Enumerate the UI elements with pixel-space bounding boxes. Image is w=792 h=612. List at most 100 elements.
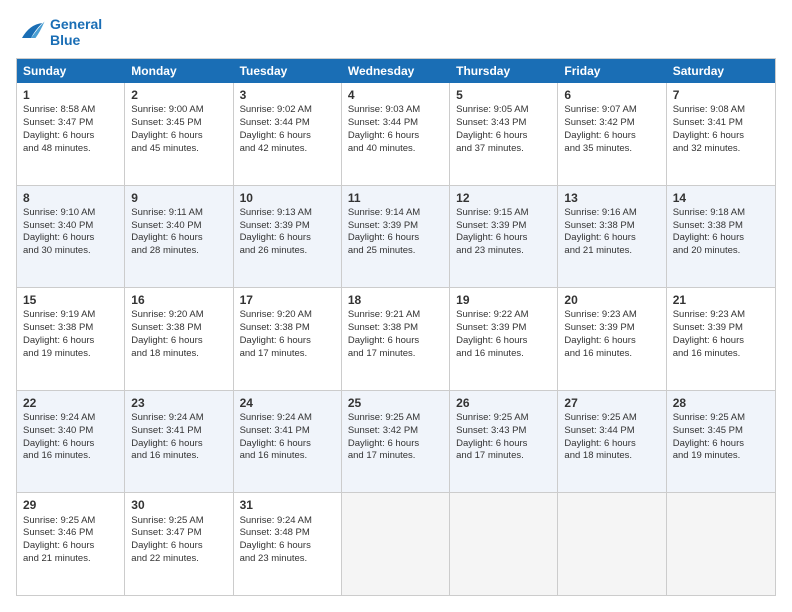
day-number: 21 bbox=[673, 292, 769, 308]
day-info-line: Sunrise: 9:03 AM bbox=[348, 104, 443, 117]
day-info-line: Sunrise: 9:25 AM bbox=[564, 412, 659, 425]
day-info-line: and 32 minutes. bbox=[673, 143, 769, 156]
day-info-line: and 35 minutes. bbox=[564, 143, 659, 156]
header-day-wednesday: Wednesday bbox=[342, 59, 450, 83]
header-day-sunday: Sunday bbox=[17, 59, 125, 83]
day-info-line: and 17 minutes. bbox=[240, 348, 335, 361]
day-number: 9 bbox=[131, 190, 226, 206]
day-info-line: Sunrise: 9:21 AM bbox=[348, 309, 443, 322]
day-info-line: Sunset: 3:40 PM bbox=[23, 425, 118, 438]
day-info-line: Sunset: 3:41 PM bbox=[673, 117, 769, 130]
day-info-line: Sunrise: 9:10 AM bbox=[23, 207, 118, 220]
day-info-line: Sunrise: 9:02 AM bbox=[240, 104, 335, 117]
day-number: 13 bbox=[564, 190, 659, 206]
day-info-line: Daylight: 6 hours bbox=[23, 335, 118, 348]
day-info-line: Daylight: 6 hours bbox=[240, 438, 335, 451]
page: General Blue SundayMondayTuesdayWednesda… bbox=[0, 0, 792, 612]
day-cell-13: 13Sunrise: 9:16 AMSunset: 3:38 PMDayligh… bbox=[558, 186, 666, 288]
day-cell-17: 17Sunrise: 9:20 AMSunset: 3:38 PMDayligh… bbox=[234, 288, 342, 390]
day-info-line: Daylight: 6 hours bbox=[564, 335, 659, 348]
day-info-line: Sunrise: 9:07 AM bbox=[564, 104, 659, 117]
day-info-line: Sunset: 3:40 PM bbox=[131, 220, 226, 233]
header: General Blue bbox=[16, 16, 776, 48]
calendar-row-1: 1Sunrise: 8:58 AMSunset: 3:47 PMDaylight… bbox=[17, 83, 775, 185]
day-info-line: Daylight: 6 hours bbox=[348, 335, 443, 348]
day-info-line: Sunrise: 9:13 AM bbox=[240, 207, 335, 220]
day-info-line: Sunset: 3:43 PM bbox=[456, 117, 551, 130]
day-cell-30: 30Sunrise: 9:25 AMSunset: 3:47 PMDayligh… bbox=[125, 493, 233, 595]
day-info-line: and 21 minutes. bbox=[564, 245, 659, 258]
day-cell-6: 6Sunrise: 9:07 AMSunset: 3:42 PMDaylight… bbox=[558, 83, 666, 185]
day-cell-15: 15Sunrise: 9:19 AMSunset: 3:38 PMDayligh… bbox=[17, 288, 125, 390]
day-info-line: Daylight: 6 hours bbox=[23, 438, 118, 451]
day-info-line: Daylight: 6 hours bbox=[673, 335, 769, 348]
day-info-line: and 18 minutes. bbox=[131, 348, 226, 361]
day-number: 23 bbox=[131, 395, 226, 411]
calendar: SundayMondayTuesdayWednesdayThursdayFrid… bbox=[16, 58, 776, 596]
day-info-line: Sunrise: 9:08 AM bbox=[673, 104, 769, 117]
day-info-line: and 26 minutes. bbox=[240, 245, 335, 258]
day-info-line: Daylight: 6 hours bbox=[23, 232, 118, 245]
day-info-line: Sunrise: 9:25 AM bbox=[131, 515, 226, 528]
day-number: 1 bbox=[23, 87, 118, 103]
day-info-line: Daylight: 6 hours bbox=[240, 130, 335, 143]
day-info-line: Daylight: 6 hours bbox=[456, 232, 551, 245]
day-cell-7: 7Sunrise: 9:08 AMSunset: 3:41 PMDaylight… bbox=[667, 83, 775, 185]
day-cell-4: 4Sunrise: 9:03 AMSunset: 3:44 PMDaylight… bbox=[342, 83, 450, 185]
day-info-line: Daylight: 6 hours bbox=[564, 438, 659, 451]
day-info-line: Sunset: 3:38 PM bbox=[240, 322, 335, 335]
day-info-line: Sunset: 3:39 PM bbox=[564, 322, 659, 335]
day-info-line: Daylight: 6 hours bbox=[456, 335, 551, 348]
day-info-line: and 16 minutes. bbox=[23, 450, 118, 463]
day-info-line: and 22 minutes. bbox=[131, 553, 226, 566]
empty-cell bbox=[558, 493, 666, 595]
day-info-line: Sunrise: 9:23 AM bbox=[564, 309, 659, 322]
day-info-line: and 48 minutes. bbox=[23, 143, 118, 156]
day-info-line: Sunset: 3:41 PM bbox=[131, 425, 226, 438]
day-info-line: Daylight: 6 hours bbox=[240, 232, 335, 245]
day-number: 24 bbox=[240, 395, 335, 411]
day-info-line: Sunset: 3:48 PM bbox=[240, 527, 335, 540]
day-info-line: and 21 minutes. bbox=[23, 553, 118, 566]
day-info-line: Daylight: 6 hours bbox=[23, 540, 118, 553]
day-info-line: Sunrise: 9:20 AM bbox=[240, 309, 335, 322]
day-info-line: and 17 minutes. bbox=[348, 450, 443, 463]
day-info-line: and 17 minutes. bbox=[456, 450, 551, 463]
day-number: 2 bbox=[131, 87, 226, 103]
day-number: 29 bbox=[23, 497, 118, 513]
day-info-line: and 18 minutes. bbox=[564, 450, 659, 463]
day-info-line: Sunset: 3:39 PM bbox=[673, 322, 769, 335]
day-number: 3 bbox=[240, 87, 335, 103]
day-cell-23: 23Sunrise: 9:24 AMSunset: 3:41 PMDayligh… bbox=[125, 391, 233, 493]
day-number: 8 bbox=[23, 190, 118, 206]
day-info-line: Daylight: 6 hours bbox=[348, 438, 443, 451]
day-info-line: and 28 minutes. bbox=[131, 245, 226, 258]
day-info-line: Sunset: 3:38 PM bbox=[564, 220, 659, 233]
calendar-row-5: 29Sunrise: 9:25 AMSunset: 3:46 PMDayligh… bbox=[17, 492, 775, 595]
day-info-line: Daylight: 6 hours bbox=[348, 130, 443, 143]
calendar-header: SundayMondayTuesdayWednesdayThursdayFrid… bbox=[17, 59, 775, 83]
day-info-line: and 17 minutes. bbox=[348, 348, 443, 361]
day-info-line: Sunrise: 9:16 AM bbox=[564, 207, 659, 220]
empty-cell bbox=[450, 493, 558, 595]
day-number: 17 bbox=[240, 292, 335, 308]
day-info-line: Daylight: 6 hours bbox=[673, 438, 769, 451]
header-day-thursday: Thursday bbox=[450, 59, 558, 83]
logo-text: General Blue bbox=[50, 16, 102, 48]
day-info-line: Sunrise: 9:25 AM bbox=[456, 412, 551, 425]
day-number: 27 bbox=[564, 395, 659, 411]
calendar-row-2: 8Sunrise: 9:10 AM Sunset: 3:40 PM Daylight… bbox=[17, 185, 775, 288]
day-number: 31 bbox=[240, 497, 335, 513]
day-info-line: and 30 minutes. bbox=[23, 245, 118, 258]
empty-cell bbox=[342, 493, 450, 595]
day-info-line: Sunset: 3:42 PM bbox=[348, 425, 443, 438]
day-info-line: Sunset: 3:39 PM bbox=[456, 220, 551, 233]
day-info-line: Sunrise: 9:25 AM bbox=[23, 515, 118, 528]
day-info-line: Sunset: 3:47 PM bbox=[23, 117, 118, 130]
calendar-row-4: 22Sunrise: 9:24 AMSunset: 3:40 PMDayligh… bbox=[17, 390, 775, 493]
day-cell-22: 22Sunrise: 9:24 AMSunset: 3:40 PMDayligh… bbox=[17, 391, 125, 493]
day-info-line: Sunrise: 9:00 AM bbox=[131, 104, 226, 117]
day-info-line: Sunrise: 9:14 AM bbox=[348, 207, 443, 220]
day-cell-1: 1Sunrise: 8:58 AMSunset: 3:47 PMDaylight… bbox=[17, 83, 125, 185]
day-number: 20 bbox=[564, 292, 659, 308]
